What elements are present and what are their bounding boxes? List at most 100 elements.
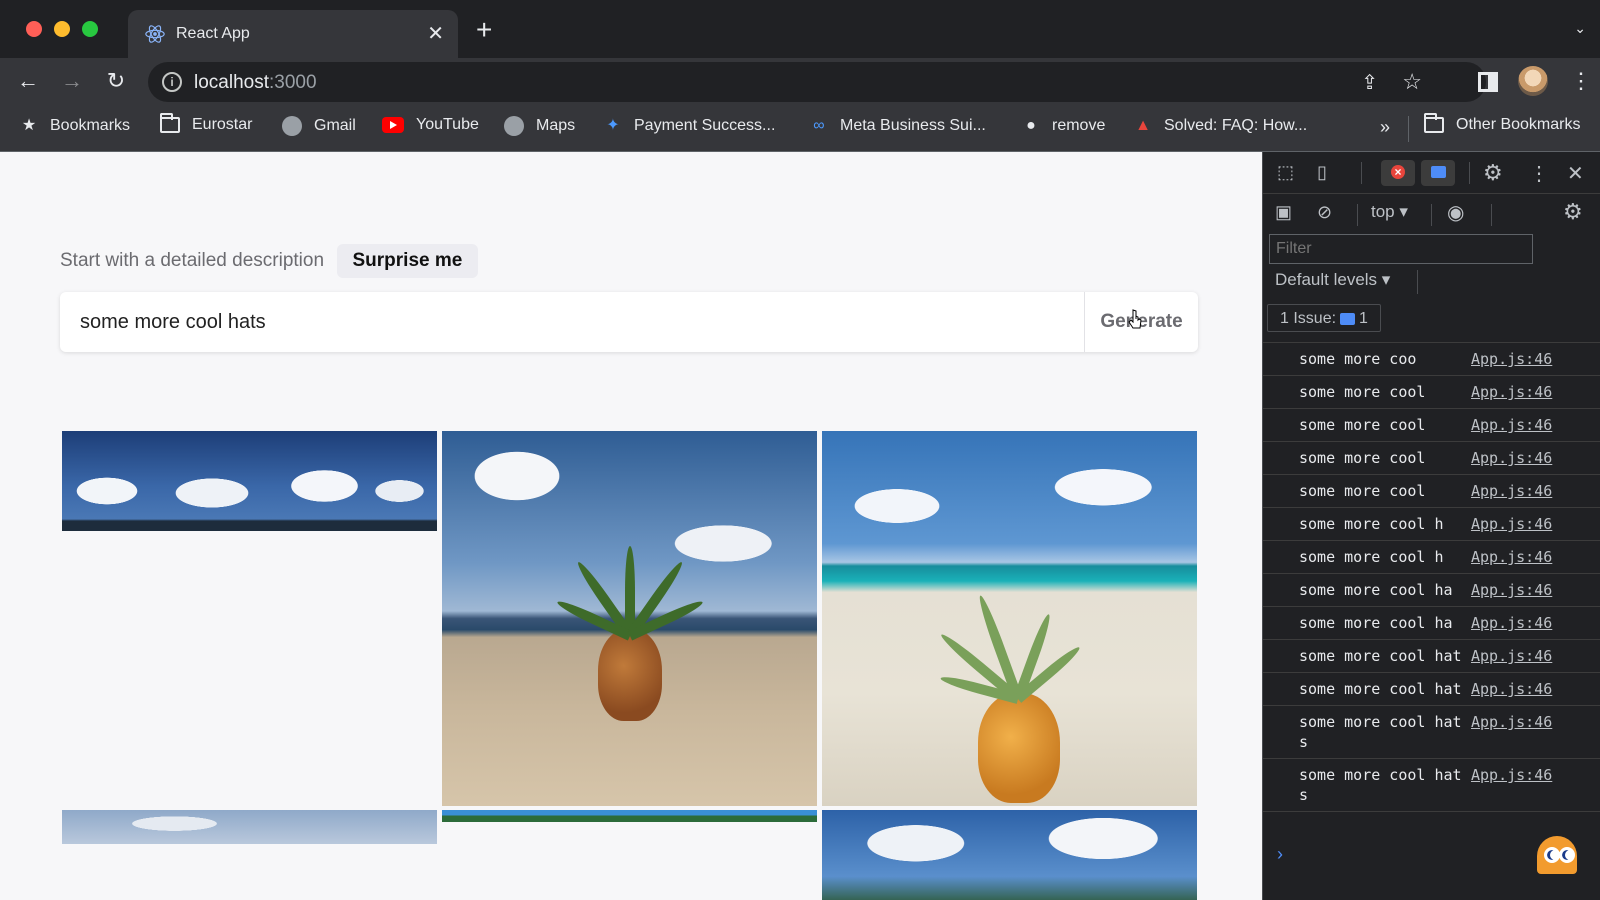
log-source-link[interactable]: App.js:46 (1471, 349, 1552, 369)
error-count-icon[interactable] (1381, 160, 1415, 186)
bookmark-youtube[interactable]: YouTube (382, 116, 479, 140)
page-viewport: Start with a detailed description Surpri… (0, 152, 1262, 900)
log-source-link[interactable]: App.js:46 (1471, 481, 1552, 501)
console-filter-input[interactable] (1269, 234, 1533, 264)
generated-image[interactable] (442, 431, 817, 806)
toolbar-divider (1361, 162, 1362, 184)
log-message: some more cool (1299, 482, 1426, 500)
log-message: some more cool ha (1299, 614, 1453, 632)
close-devtools-icon[interactable]: ✕ (1567, 161, 1584, 186)
bookmark-payment-success[interactable]: ✦ Payment Success... (602, 116, 775, 140)
profile-avatar[interactable] (1518, 66, 1548, 96)
browser-tab[interactable]: React App ✕ (128, 10, 458, 58)
console-row[interactable]: some more cool App.js:46 (1263, 442, 1600, 475)
log-source-link[interactable]: App.js:46 (1471, 382, 1552, 402)
jira-icon: ✦ (606, 117, 620, 134)
toolbar-divider (1431, 204, 1432, 226)
browser-menu-icon[interactable]: ⋮ (1570, 68, 1592, 94)
github-icon: ● (1026, 117, 1036, 134)
devtools-panel: ⬚ ▯ ⚙ ⋮ ✕ ▣ ⊘ top ▾ ◉ ⚙ Default levels ▾… (1262, 152, 1600, 900)
log-source-link[interactable]: App.js:46 (1471, 613, 1552, 633)
generated-image[interactable] (822, 431, 1197, 806)
log-source-link[interactable]: App.js:46 (1471, 679, 1552, 699)
bookmark-label: Meta Business Sui... (840, 117, 986, 134)
pineapple-body (978, 693, 1060, 803)
search-input[interactable] (60, 292, 1085, 352)
back-button[interactable]: ← (14, 68, 42, 94)
console-settings-icon[interactable]: ⚙ (1563, 199, 1583, 225)
bookmark-meta-business[interactable]: ∞ Meta Business Sui... (808, 116, 986, 140)
log-source-link[interactable]: App.js:46 (1471, 712, 1552, 732)
generated-image[interactable] (822, 810, 1197, 900)
console-row[interactable]: some more cool App.js:46 (1263, 475, 1600, 508)
share-icon[interactable]: ⇪ (1361, 70, 1378, 95)
side-panel-icon[interactable] (1478, 72, 1498, 92)
log-message: some more cool h (1299, 515, 1444, 533)
clear-console-icon[interactable]: ⊘ (1317, 202, 1332, 223)
log-source-link[interactable]: App.js:46 (1471, 765, 1552, 785)
minimize-window-button[interactable] (54, 21, 70, 37)
close-window-button[interactable] (26, 21, 42, 37)
device-toolbar-icon[interactable]: ▯ (1317, 162, 1327, 183)
log-source-link[interactable]: App.js:46 (1471, 580, 1552, 600)
log-source-link[interactable]: App.js:46 (1471, 415, 1552, 435)
message-icon (1340, 312, 1356, 325)
generated-image[interactable] (442, 810, 817, 822)
bookmark-eurostar[interactable]: Eurostar (160, 113, 252, 140)
console-row[interactable]: some more cool ha App.js:46 (1263, 574, 1600, 607)
log-source-link[interactable]: App.js:46 (1471, 448, 1552, 468)
bookmark-label: YouTube (416, 116, 479, 133)
console-row[interactable]: some more cool hats App.js:46 (1263, 706, 1600, 759)
context-selector[interactable]: top ▾ (1371, 202, 1408, 222)
tab-search-chevron-icon[interactable]: ⌄ (1574, 20, 1586, 37)
console-row[interactable]: some more cool hats App.js:46 (1263, 759, 1600, 812)
console-prompt-chevron-icon[interactable]: › (1277, 844, 1283, 865)
toolbar-divider (1491, 204, 1492, 226)
issues-count-icon[interactable] (1421, 160, 1455, 186)
inspect-element-icon[interactable]: ⬚ (1277, 162, 1294, 183)
issues-button[interactable]: 1 Issue: 1 (1267, 304, 1381, 332)
mouse-pointer-icon (1128, 309, 1142, 329)
tab-title: React App (176, 25, 250, 42)
bookmark-maps[interactable]: Maps (504, 116, 575, 140)
console-log: some more coo App.js:46 some more cool App… (1263, 343, 1600, 812)
other-bookmarks[interactable]: Other Bookmarks (1424, 113, 1580, 140)
bookmark-star-icon[interactable]: ☆ (1402, 69, 1422, 95)
console-row[interactable]: some more cool hat App.js:46 (1263, 673, 1600, 706)
reload-button[interactable]: ↻ (102, 68, 130, 94)
console-row[interactable]: some more coo App.js:46 (1263, 343, 1600, 376)
forward-button[interactable]: → (58, 68, 86, 94)
bookmark-remove[interactable]: ● remove (1020, 116, 1105, 140)
devtools-main-toolbar: ⬚ ▯ ⚙ ⋮ ✕ (1263, 152, 1600, 194)
log-source-link[interactable]: App.js:46 (1471, 514, 1552, 534)
bookmark-bookmarks[interactable]: ★ Bookmarks (18, 116, 130, 140)
console-row[interactable]: some more cool h App.js:46 (1263, 541, 1600, 574)
new-tab-button[interactable]: + (476, 16, 492, 44)
log-levels-dropdown[interactable]: Default levels ▾ (1275, 270, 1390, 290)
settings-gear-icon[interactable]: ⚙ (1483, 160, 1503, 186)
globe-icon (282, 116, 302, 136)
log-source-link[interactable]: App.js:46 (1471, 646, 1552, 666)
log-message: some more cool hat (1299, 680, 1462, 698)
log-source-link[interactable]: App.js:46 (1471, 547, 1552, 567)
sidebar-toggle-icon[interactable]: ▣ (1275, 202, 1292, 223)
console-row[interactable]: some more cool App.js:46 (1263, 409, 1600, 442)
console-row[interactable]: some more cool App.js:46 (1263, 376, 1600, 409)
site-info-icon[interactable]: i (162, 72, 182, 92)
generated-image[interactable] (62, 431, 437, 531)
console-row[interactable]: some more cool ha App.js:46 (1263, 607, 1600, 640)
devtools-menu-icon[interactable]: ⋮ (1529, 161, 1549, 186)
live-expression-eye-icon[interactable]: ◉ (1447, 200, 1464, 225)
bookmark-gmail[interactable]: Gmail (282, 116, 356, 140)
console-row[interactable]: some more cool h App.js:46 (1263, 508, 1600, 541)
maximize-window-button[interactable] (82, 21, 98, 37)
surprise-me-button[interactable]: Surprise me (336, 244, 479, 278)
bookmark-solved-faq[interactable]: ▲ Solved: FAQ: How... (1132, 116, 1307, 140)
address-bar[interactable]: i localhost:3000 ⇪ ☆ (148, 62, 1486, 102)
console-row[interactable]: some more cool hat App.js:46 (1263, 640, 1600, 673)
bookmarks-overflow-button[interactable]: » (1380, 117, 1390, 138)
issues-count: 1 (1359, 310, 1368, 327)
bookmark-label: Maps (536, 117, 576, 134)
close-tab-icon[interactable]: ✕ (427, 21, 444, 46)
generated-image[interactable] (62, 810, 437, 844)
